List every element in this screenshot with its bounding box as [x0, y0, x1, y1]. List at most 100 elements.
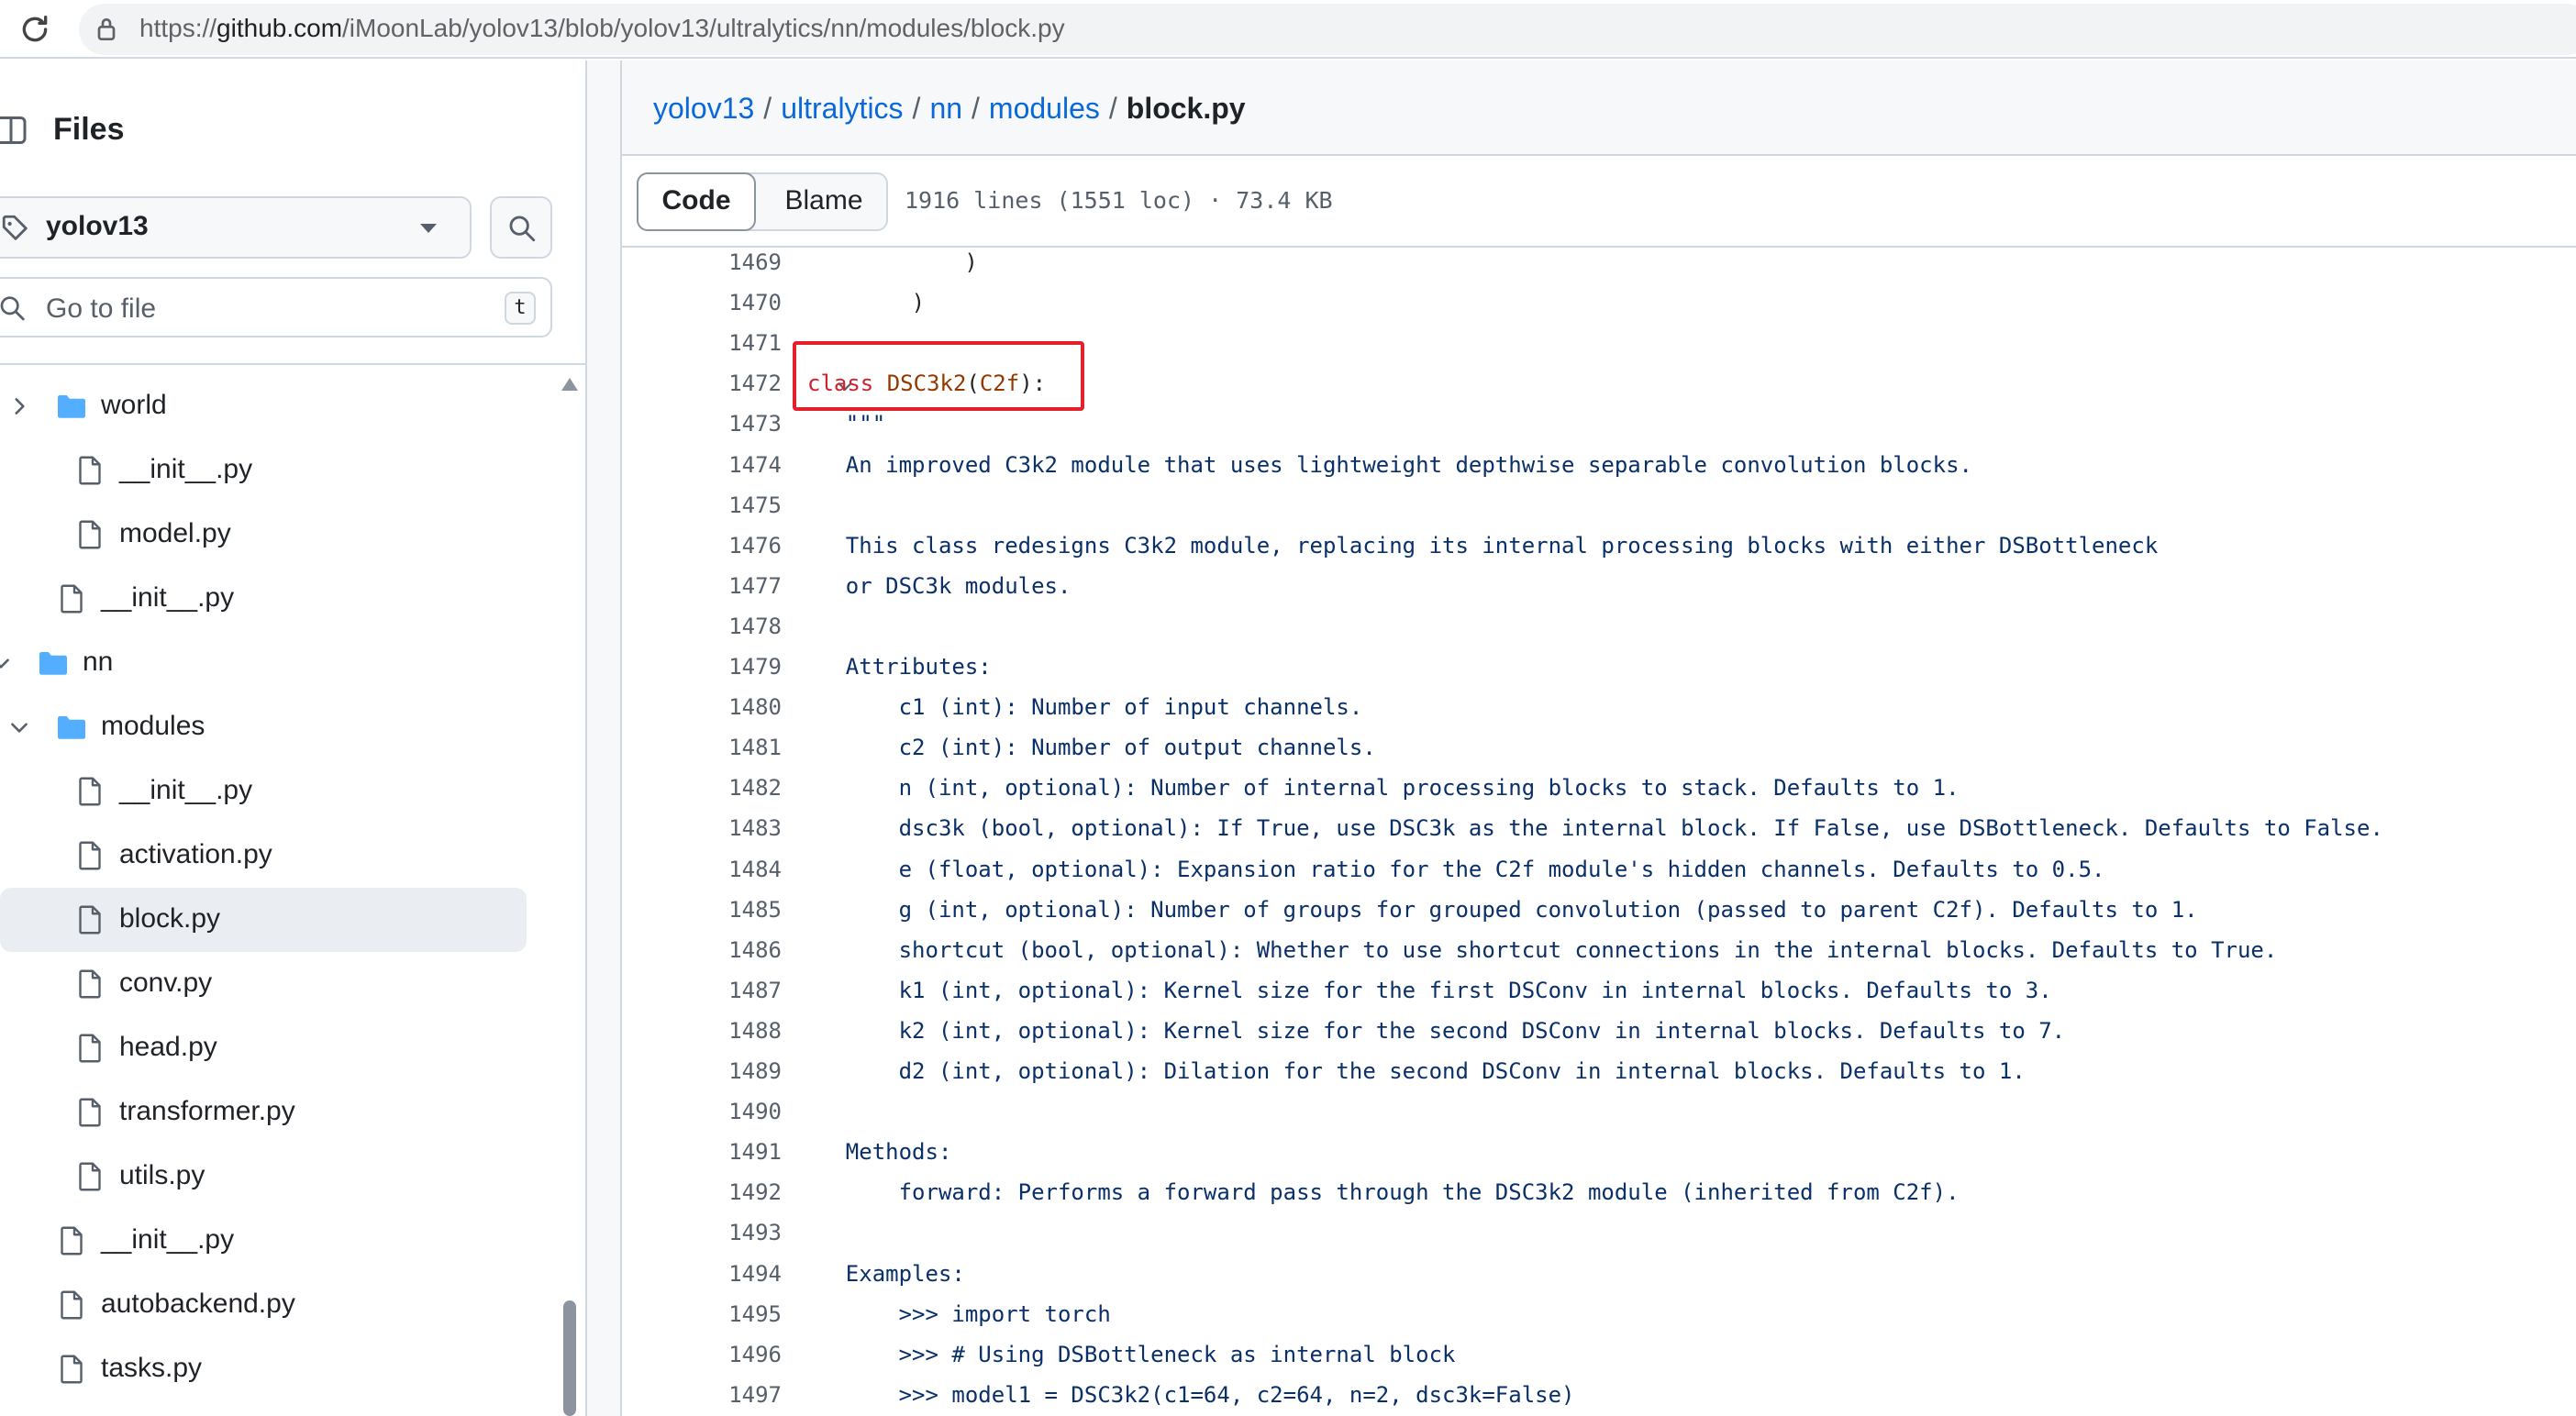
line-number[interactable]: 1480	[622, 694, 782, 720]
tree-item-label: conv.py	[119, 968, 213, 998]
line-number[interactable]: 1470	[622, 290, 782, 315]
tree-item-label: utils.py	[119, 1160, 205, 1190]
line-number[interactable]: 1482	[622, 775, 782, 801]
line-number[interactable]: 1486	[622, 937, 782, 963]
search-files-button[interactable]	[490, 196, 552, 259]
tree-file[interactable]: transformer.py	[0, 1080, 527, 1145]
tree-file[interactable]: __init__.py	[0, 438, 527, 503]
code-line: 1480 c1 (int): Number of input channels.	[622, 687, 2576, 727]
tree-file[interactable]: activation.py	[0, 824, 527, 888]
code-line: 1478	[622, 606, 2576, 647]
tree-folder[interactable]: modules	[0, 695, 527, 759]
tree-folder[interactable]: world	[0, 374, 527, 438]
line-number[interactable]: 1478	[622, 614, 782, 639]
site-info-icon[interactable]	[92, 15, 121, 44]
code-line: 1490	[622, 1091, 2576, 1132]
chevron-right-icon[interactable]	[7, 394, 31, 418]
code-text: >>> import torch	[793, 1300, 1111, 1327]
line-number[interactable]: 1469	[622, 249, 782, 275]
line-number[interactable]: 1497	[622, 1382, 782, 1408]
line-number[interactable]: 1489	[622, 1058, 782, 1084]
breadcrumb: yolov13/ultralytics / nn / modules / block.py	[653, 92, 1246, 126]
folder-icon	[58, 395, 85, 418]
tree-item-label: nn	[83, 647, 114, 677]
breadcrumb-current-file: block.py	[1126, 92, 1246, 125]
url-text[interactable]: https://github.com/iMoonLab/yolov13/blob…	[139, 14, 1065, 43]
line-number[interactable]: 1471	[622, 330, 782, 356]
code-line: 1487 k1 (int, optional): Kernel size for…	[622, 970, 2576, 1011]
tree-file[interactable]: tasks.py	[0, 1337, 527, 1401]
tree-item-label: world	[101, 390, 167, 420]
tree-file[interactable]: head.py	[0, 1016, 527, 1080]
tree-file[interactable]: utils.py	[0, 1145, 527, 1209]
tree-item-label: __init__.py	[101, 1224, 235, 1255]
line-number[interactable]: 1472	[622, 371, 782, 396]
code-text: This class redesigns C3k2 module, replac…	[793, 532, 2159, 559]
files-title: Files	[53, 112, 125, 147]
line-number[interactable]: 1481	[622, 735, 782, 760]
branch-name[interactable]: yolov13	[46, 211, 149, 242]
line-number[interactable]: 1494	[622, 1261, 782, 1287]
line-number[interactable]: 1473	[622, 411, 782, 437]
chevron-down-icon[interactable]	[0, 651, 13, 675]
breadcrumb-separator: /	[912, 92, 921, 125]
file-meta: 1916 lines (1551 loc) · 73.4 KB	[905, 187, 1333, 214]
code-text: or DSC3k modules.	[793, 572, 1071, 599]
code-line: 1477 or DSC3k modules.	[622, 566, 2576, 606]
tree-file[interactable]: __init__.py	[0, 567, 527, 631]
sidebar-collapse-icon[interactable]	[0, 114, 33, 147]
line-number[interactable]: 1484	[622, 857, 782, 882]
code-text: c1 (int): Number of input channels.	[793, 694, 1363, 721]
line-number[interactable]: 1477	[622, 573, 782, 599]
tree-file[interactable]: block.py	[0, 888, 527, 952]
tree-file[interactable]: autobackend.py	[0, 1273, 527, 1337]
tree-file[interactable]: conv.py	[0, 952, 527, 1016]
go-to-file-placeholder[interactable]: Go to file	[46, 293, 156, 325]
code-line: 1495 >>> import torch	[622, 1294, 2576, 1334]
line-number[interactable]: 1479	[622, 654, 782, 680]
tree-item-label: __init__.py	[119, 775, 253, 805]
tree-folder[interactable]: nn	[0, 631, 527, 695]
code-text: g (int, optional): Number of groups for …	[793, 896, 2198, 923]
tag-icon	[2, 215, 28, 240]
tree-item-label: __init__.py	[119, 454, 253, 484]
code-text: """	[793, 411, 886, 437]
reload-icon[interactable]	[17, 11, 53, 48]
line-number[interactable]: 1474	[622, 452, 782, 478]
tab-code[interactable]: Code	[637, 172, 756, 231]
code-line: 1475	[622, 485, 2576, 525]
line-number[interactable]: 1493	[622, 1220, 782, 1245]
tab-blame[interactable]: Blame	[761, 172, 886, 231]
code-line: 1479 Attributes:	[622, 647, 2576, 687]
tree-file[interactable]: __init__.py	[0, 759, 527, 824]
line-number[interactable]: 1487	[622, 978, 782, 1003]
tree-file[interactable]: model.py	[0, 503, 527, 567]
breadcrumb-nn[interactable]: nn	[929, 92, 962, 125]
code-line: 1496 >>> # Using DSBottleneck as interna…	[622, 1334, 2576, 1375]
code-line: 1484 e (float, optional): Expansion rati…	[622, 849, 2576, 890]
code-line: 1481 c2 (int): Number of output channels…	[622, 727, 2576, 768]
breadcrumb-ultralytics[interactable]: ultralytics	[781, 92, 903, 125]
code-text: shortcut (bool, optional): Whether to us…	[793, 936, 2278, 963]
line-number[interactable]: 1492	[622, 1179, 782, 1205]
code-text: e (float, optional): Expansion ratio for…	[793, 856, 2105, 882]
line-number[interactable]: 1496	[622, 1342, 782, 1367]
breadcrumb-modules[interactable]: modules	[989, 92, 1100, 125]
line-number[interactable]: 1491	[622, 1139, 782, 1165]
chevron-down-icon[interactable]	[7, 715, 31, 739]
file-icon	[79, 1162, 101, 1191]
scroll-up-arrow-icon[interactable]	[561, 378, 578, 391]
line-number[interactable]: 1483	[622, 815, 782, 841]
sidebar-scrollbar[interactable]	[563, 1300, 576, 1416]
keyboard-shortcut-badge: t	[505, 292, 536, 325]
tree-file[interactable]: __init__.py	[0, 1209, 527, 1273]
file-icon	[79, 1098, 101, 1127]
line-number[interactable]: 1490	[622, 1099, 782, 1124]
breadcrumb-repo[interactable]: yolov13	[653, 92, 754, 125]
line-number[interactable]: 1476	[622, 533, 782, 559]
code-line: 1469 )	[622, 249, 2576, 282]
line-number[interactable]: 1495	[622, 1301, 782, 1327]
line-number[interactable]: 1475	[622, 492, 782, 518]
line-number[interactable]: 1485	[622, 897, 782, 923]
line-number[interactable]: 1488	[622, 1018, 782, 1044]
